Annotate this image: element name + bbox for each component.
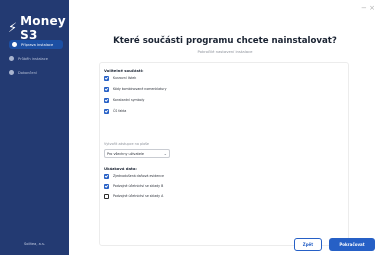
checkbox-checked-icon <box>104 173 109 179</box>
checkbox-checked-icon <box>104 75 109 81</box>
checkbox-unchecked-icon <box>104 193 109 199</box>
step-dot-icon <box>9 56 14 61</box>
logo-text: Money S3 <box>20 14 66 42</box>
checkbox-cs-fakta[interactable]: ČS fakta <box>104 108 126 114</box>
samples-heading: Ukázková data: <box>104 166 137 171</box>
checkbox-exchange-rates[interactable]: Kurzovní lístek <box>104 75 136 81</box>
back-button[interactable]: Zpět <box>294 238 322 251</box>
installer-window: ⚡ Money S3 Příprava instalace Průběh ins… <box>0 0 381 255</box>
step-finish: Dokončení <box>6 68 63 77</box>
shortcut-select-value: Pro všechny uživatele <box>107 151 144 156</box>
checkbox-checked-icon <box>104 97 109 103</box>
checkbox-label: Zjednodušená daňová evidence <box>113 174 164 178</box>
continue-button[interactable]: Pokračovat <box>329 238 375 251</box>
checkbox-label: Kurzovní lístek <box>113 76 137 80</box>
shortcut-select[interactable]: Pro všechny uživatele ⌄ <box>104 149 170 158</box>
shortcut-label: Vytvořit zástupce na ploše <box>104 142 149 146</box>
checkbox-label: ČS fakta <box>113 109 127 113</box>
step-label: Dokončení <box>18 70 37 75</box>
chevron-down-icon: ⌄ <box>163 151 167 156</box>
checkbox-label: Konstantní symboly <box>113 98 145 102</box>
company-name: Solitea, a.s. <box>24 242 45 246</box>
step-progress: Průběh instalace <box>6 54 63 63</box>
checkbox-nomenclature-codes[interactable]: Kódy kombinované nomenklatury <box>104 86 167 92</box>
checkbox-double-entry-b[interactable]: Podvojné účetnictví se sklady B <box>104 183 163 189</box>
page-title: Které součásti programu chcete nainstalo… <box>113 36 337 46</box>
checkbox-checked-icon <box>104 108 109 114</box>
step-label: Příprava instalace <box>21 42 54 47</box>
page-subtitle: Pokročilé nastavení instalace <box>197 49 253 54</box>
checkbox-checked-icon <box>104 183 109 189</box>
window-controls[interactable]: − × <box>361 5 375 12</box>
step-label: Průběh instalace <box>18 56 48 61</box>
checkbox-label: Kódy kombinované nomenklatury <box>113 87 167 91</box>
checkbox-label: Podvojné účetnictví se sklady A <box>113 194 164 198</box>
money-logo-icon: ⚡ <box>8 20 18 36</box>
logo: ⚡ Money S3 <box>8 14 69 42</box>
checkbox-checked-icon <box>104 86 109 92</box>
checkbox-simple-tax-records[interactable]: Zjednodušená daňová evidence <box>104 173 164 179</box>
checkbox-label: Podvojné účetnictví se sklady B <box>113 184 164 188</box>
sidebar: ⚡ Money S3 Příprava instalace Průběh ins… <box>0 0 69 255</box>
step-dot-icon <box>12 42 17 47</box>
checkbox-double-entry-a[interactable]: Podvojné účetnictví se sklady A <box>104 193 163 199</box>
optional-heading: Volitelné součásti: <box>104 68 144 73</box>
step-dot-icon <box>9 70 14 75</box>
step-preparation: Příprava instalace <box>9 40 63 49</box>
checkbox-constant-symbols[interactable]: Konstantní symboly <box>104 97 144 103</box>
